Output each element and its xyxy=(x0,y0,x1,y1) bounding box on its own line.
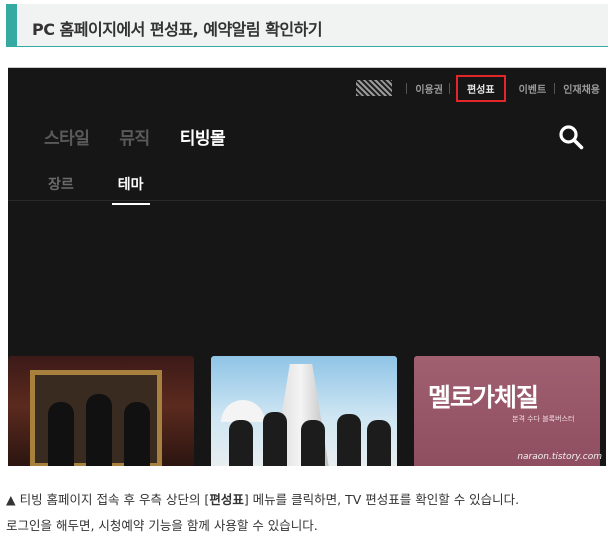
blurred-username-icon xyxy=(356,80,393,96)
tab-style[interactable]: 스타일 xyxy=(44,124,90,149)
poster-card-2[interactable] xyxy=(211,356,397,466)
tab-music[interactable]: 뮤직 xyxy=(119,124,150,149)
search-icon[interactable] xyxy=(558,124,584,150)
nav-separator xyxy=(406,82,408,94)
poster-3-title: 멜로가체질 xyxy=(428,383,539,412)
top-nav: 이용권 편성표 이벤트 인재채용 xyxy=(356,74,600,102)
nav-item-careers[interactable]: 인재채용 xyxy=(563,81,600,96)
main-nav: 스타일 뮤직 티빙몰 xyxy=(44,124,226,149)
poster-1-figure xyxy=(48,402,74,466)
tving-screenshot: 이용권 편성표 이벤트 인재채용 스타일 뮤직 티빙몰 장르 테마 멜로가체질 xyxy=(8,67,606,466)
caption-line-2: 로그인을 해두면, 시청예약 기능을 함께 사용할 수 있습니다. xyxy=(6,518,318,533)
poster-2-figure xyxy=(367,420,391,466)
nav-separator xyxy=(554,82,556,94)
caption: ▲ 티빙 홈페이지 접속 후 우측 상단의 [편성표] 메뉴를 클릭하면, TV… xyxy=(6,487,612,539)
nav-item-subscription[interactable]: 이용권 xyxy=(415,81,443,96)
poster-3-subtitle: 본격 수다 블록버스터 xyxy=(512,415,575,423)
poster-card-1[interactable] xyxy=(8,356,194,466)
nav-divider xyxy=(8,200,606,201)
heading-title: PC 홈페이지에서 편성표, 예약알림 확인하기 xyxy=(32,20,323,39)
nav-separator xyxy=(448,82,450,94)
poster-1-figure xyxy=(124,402,150,466)
poster-1-figure xyxy=(86,394,112,466)
tab-tving-mall[interactable]: 티빙몰 xyxy=(180,124,226,149)
poster-2-umbrella xyxy=(221,400,265,422)
poster-2-figure xyxy=(263,412,287,466)
caption-line-1: ▲ 티빙 홈페이지 접속 후 우측 상단의 [편성표] 메뉴를 클릭하면, TV… xyxy=(6,492,520,507)
section-heading: PC 홈페이지에서 편성표, 예약알림 확인하기 xyxy=(6,4,608,47)
watermark: naraon.tistory.com xyxy=(517,452,602,462)
poster-card-3[interactable]: 멜로가체질 본격 수다 블록버스터 xyxy=(414,356,600,466)
poster-2-figure xyxy=(337,414,361,466)
poster-2-figure xyxy=(301,420,325,466)
nav-item-event[interactable]: 이벤트 xyxy=(519,81,547,96)
caption-bold: 편성표 xyxy=(209,492,244,507)
poster-2-figure xyxy=(229,420,253,466)
nav-separator xyxy=(512,83,513,94)
nav-item-schedule[interactable]: 편성표 xyxy=(455,74,506,102)
heading-accent-bar xyxy=(6,4,17,46)
